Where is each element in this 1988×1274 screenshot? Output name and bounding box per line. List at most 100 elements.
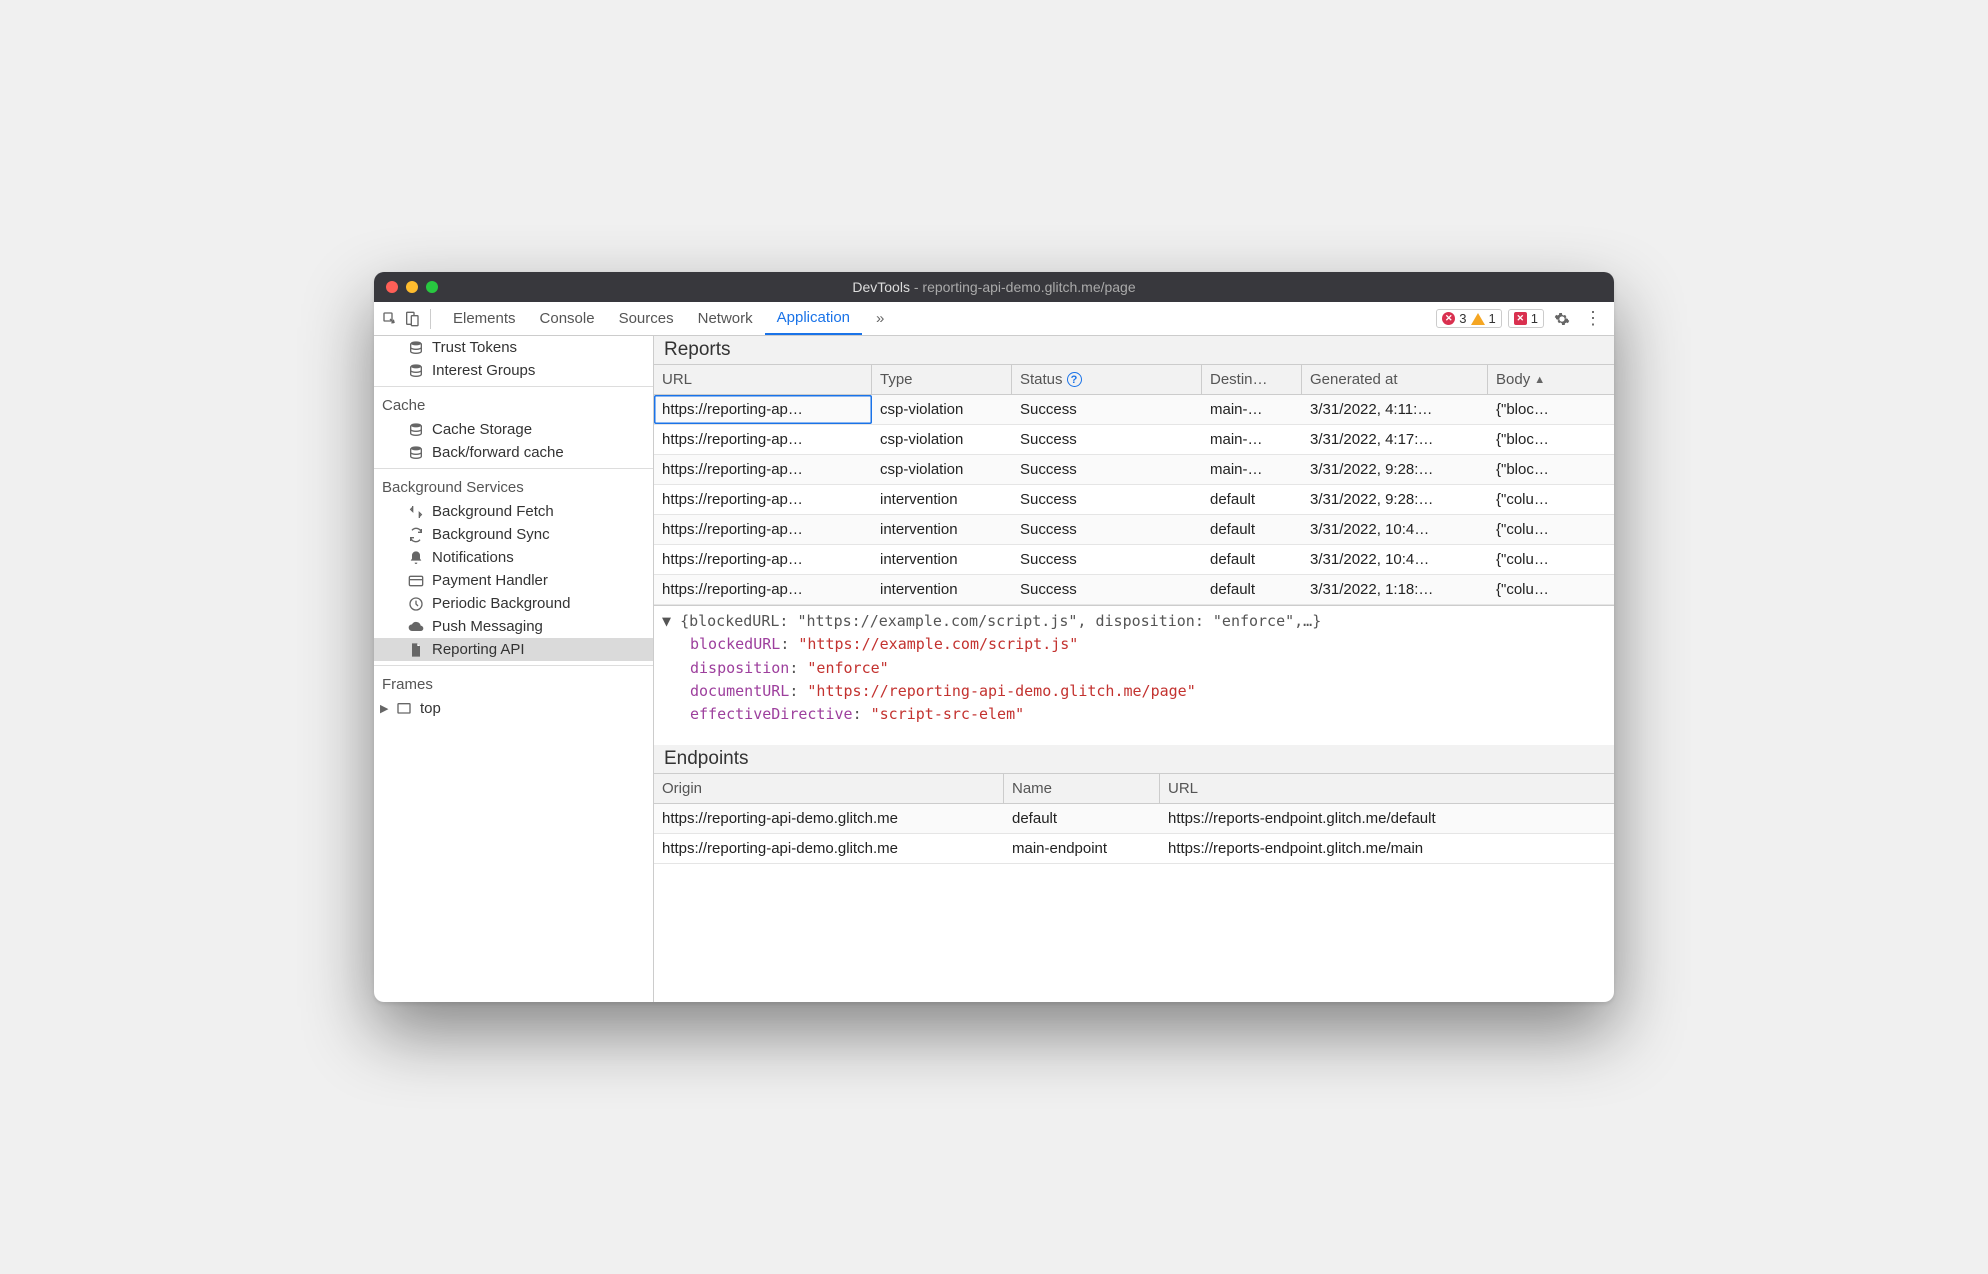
warning-icon <box>1471 313 1485 325</box>
cell-type: intervention <box>872 575 1012 604</box>
cell-type: csp-violation <box>872 395 1012 424</box>
cell-status: Success <box>1012 425 1202 454</box>
table-row[interactable]: https://reporting-ap… intervention Succe… <box>654 485 1614 515</box>
inspect-icon[interactable] <box>382 311 398 327</box>
sidebar-item-payment-handler[interactable]: Payment Handler <box>374 569 653 592</box>
issue-count: 1 <box>1531 311 1538 326</box>
sidebar-item-background-sync[interactable]: Background Sync <box>374 523 653 546</box>
cell-generated: 3/31/2022, 1:18:… <box>1302 575 1488 604</box>
cell-endpoint-url: https://reports-endpoint.glitch.me/main <box>1160 834 1614 863</box>
detail-property: disposition: "enforce" <box>690 657 1606 680</box>
sidebar-item-label: Periodic Background <box>432 595 570 612</box>
sidebar-item-label: top <box>420 700 441 717</box>
minimize-button[interactable] <box>406 281 418 293</box>
device-icon[interactable] <box>404 311 420 327</box>
cell-body: {"colu… <box>1488 545 1614 574</box>
error-icon: ✕ <box>1442 312 1455 325</box>
cell-destination: default <box>1202 545 1302 574</box>
db-icon <box>408 422 424 438</box>
th-status[interactable]: Status ? <box>1012 365 1202 394</box>
sync-icon <box>408 527 424 543</box>
help-icon[interactable]: ? <box>1067 372 1082 387</box>
table-row[interactable]: https://reporting-ap… csp-violation Succ… <box>654 455 1614 485</box>
sidebar-group-frames: Frames <box>374 665 653 697</box>
sidebar-item-top[interactable]: ▶ top <box>374 697 653 720</box>
th-generated[interactable]: Generated at <box>1302 365 1488 394</box>
tab-console[interactable]: Console <box>528 302 607 335</box>
cell-type: intervention <box>872 485 1012 514</box>
zoom-button[interactable] <box>426 281 438 293</box>
cell-status: Success <box>1012 485 1202 514</box>
table-row[interactable]: https://reporting-ap… intervention Succe… <box>654 575 1614 605</box>
sidebar-item-label: Cache Storage <box>432 421 532 438</box>
console-status-badge[interactable]: ✕ 3 1 <box>1436 309 1501 328</box>
sidebar-group-cache: Cache <box>374 386 653 418</box>
titlebar: DevTools - reporting-api-demo.glitch.me/… <box>374 272 1614 302</box>
sidebar-item-label: Background Fetch <box>432 503 554 520</box>
cell-destination: main-… <box>1202 395 1302 424</box>
cell-generated: 3/31/2022, 9:28:… <box>1302 455 1488 484</box>
tab-sources[interactable]: Sources <box>607 302 686 335</box>
reports-table-header: URL Type Status ? Destin… Generated at B… <box>654 365 1614 395</box>
sidebar-group-background-services: Background Services <box>374 468 653 500</box>
table-row[interactable]: https://reporting-ap… csp-violation Succ… <box>654 395 1614 425</box>
db-icon <box>408 363 424 379</box>
table-row[interactable]: https://reporting-ap… intervention Succe… <box>654 545 1614 575</box>
close-button[interactable] <box>386 281 398 293</box>
gear-icon[interactable] <box>1554 311 1570 327</box>
th-destination[interactable]: Destin… <box>1202 365 1302 394</box>
th-type[interactable]: Type <box>872 365 1012 394</box>
kebab-icon[interactable]: ⋮ <box>1580 308 1606 329</box>
detail-summary[interactable]: ▼ {blockedURL: "https://example.com/scri… <box>662 610 1606 633</box>
issues-badge[interactable]: ✕ 1 <box>1508 309 1544 328</box>
reports-table-body: https://reporting-ap… csp-violation Succ… <box>654 395 1614 605</box>
report-detail-view: ▼ {blockedURL: "https://example.com/scri… <box>654 605 1614 745</box>
th-origin[interactable]: Origin <box>654 774 1004 803</box>
sidebar-item-cache-storage[interactable]: Cache Storage <box>374 418 653 441</box>
th-endpoint-url[interactable]: URL <box>1160 774 1614 803</box>
cell-generated: 3/31/2022, 10:4… <box>1302 515 1488 544</box>
table-row[interactable]: https://reporting-ap… csp-violation Succ… <box>654 425 1614 455</box>
table-row[interactable]: https://reporting-api-demo.glitch.me mai… <box>654 834 1614 864</box>
tab-application[interactable]: Application <box>765 302 862 335</box>
cell-status: Success <box>1012 545 1202 574</box>
th-name[interactable]: Name <box>1004 774 1160 803</box>
overflow-tabs-icon[interactable]: » <box>868 310 892 327</box>
table-row[interactable]: https://reporting-api-demo.glitch.me def… <box>654 804 1614 834</box>
sidebar-item-interest-groups[interactable]: Interest Groups <box>374 359 653 382</box>
sidebar-item-label: Payment Handler <box>432 572 548 589</box>
window: DevTools - reporting-api-demo.glitch.me/… <box>374 272 1614 1002</box>
cell-endpoint-url: https://reports-endpoint.glitch.me/defau… <box>1160 804 1614 833</box>
cell-body: {"colu… <box>1488 515 1614 544</box>
clock-icon <box>408 596 424 612</box>
sidebar-item-background-fetch[interactable]: Background Fetch <box>374 500 653 523</box>
devtools-toolbar: ElementsConsoleSourcesNetworkApplication… <box>374 302 1614 336</box>
expand-icon[interactable]: ▶ <box>380 702 388 715</box>
tab-elements[interactable]: Elements <box>441 302 528 335</box>
content: Trust Tokens Interest Groups Cache Cache… <box>374 336 1614 1002</box>
sidebar-item-back-forward-cache[interactable]: Back/forward cache <box>374 441 653 464</box>
devtools-tabs: ElementsConsoleSourcesNetworkApplication <box>441 302 862 335</box>
cell-url: https://reporting-ap… <box>654 485 872 514</box>
sidebar-item-trust-tokens[interactable]: Trust Tokens <box>374 336 653 359</box>
cell-origin: https://reporting-api-demo.glitch.me <box>654 834 1004 863</box>
endpoints-table-header: Origin Name URL <box>654 774 1614 804</box>
cell-body: {"bloc… <box>1488 455 1614 484</box>
sidebar-item-push-messaging[interactable]: Push Messaging <box>374 615 653 638</box>
sidebar-item-reporting-api[interactable]: Reporting API <box>374 638 653 661</box>
fetch-icon <box>408 504 424 520</box>
cell-status: Success <box>1012 575 1202 604</box>
sidebar-item-notifications[interactable]: Notifications <box>374 546 653 569</box>
cell-generated: 3/31/2022, 9:28:… <box>1302 485 1488 514</box>
cell-destination: default <box>1202 515 1302 544</box>
reports-heading: Reports <box>654 336 1614 365</box>
cell-status: Success <box>1012 455 1202 484</box>
db-icon <box>408 340 424 356</box>
th-url[interactable]: URL <box>654 365 872 394</box>
cell-url: https://reporting-ap… <box>654 425 872 454</box>
frame-icon <box>396 701 412 717</box>
table-row[interactable]: https://reporting-ap… intervention Succe… <box>654 515 1614 545</box>
th-body[interactable]: Body ▲ <box>1488 365 1614 394</box>
sidebar-item-periodic-background[interactable]: Periodic Background <box>374 592 653 615</box>
tab-network[interactable]: Network <box>686 302 765 335</box>
